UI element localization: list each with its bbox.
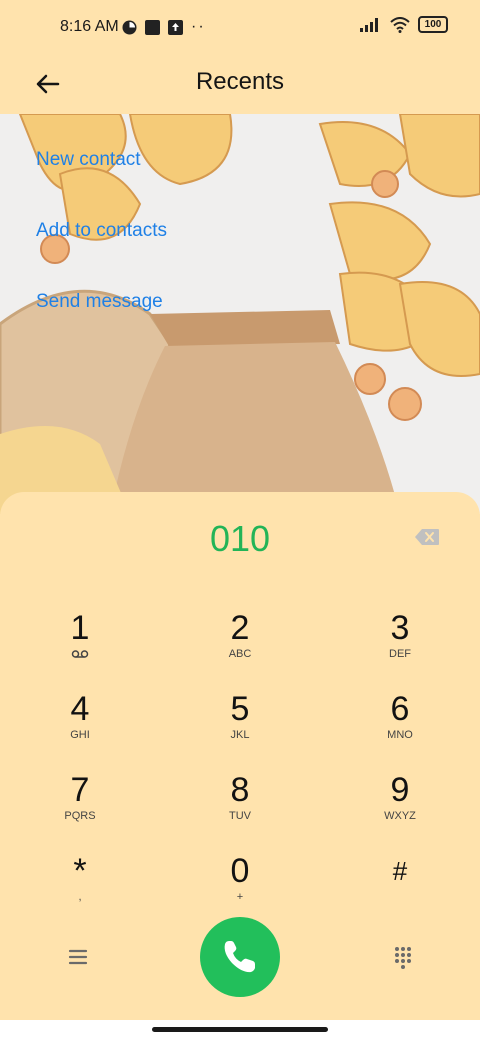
key-9[interactable]: 9 WXYZ [340,772,460,842]
signal-icon [360,17,378,32]
key-4[interactable]: 4 GHI [20,691,140,761]
key-8[interactable]: 8 TUV [180,772,300,842]
key-letters: + [236,891,244,903]
key-letters: PQRS [64,810,96,822]
status-bar: 8:16 AM ·· 100 [0,0,480,54]
key-letters: TUV [229,810,251,822]
key-digit: 2 [230,609,250,647]
app-notification-icon [122,20,137,34]
battery-icon: 100 [418,16,448,33]
key-letters: MNO [387,729,413,741]
key-digit: 5 [230,690,250,728]
key-5[interactable]: 5 JKL [180,691,300,761]
key-hash[interactable]: # [340,853,460,923]
key-letters: GHI [70,729,90,741]
key-digit: * [73,852,87,890]
page-title: Recents [195,68,285,95]
key-0[interactable]: 0 + [180,853,300,923]
wifi-icon [390,16,410,33]
key-digit: 7 [70,771,90,809]
upload-notification-icon [168,19,183,35]
header-bar: Recents [0,54,480,114]
number-actions: New contact Add to contacts Send message [36,146,167,359]
key-digit: 0 [230,852,250,890]
key-letters: WXYZ [384,810,416,822]
key-2[interactable]: 2 ABC [180,610,300,680]
key-letters: DEF [389,648,411,660]
dialed-number[interactable]: 010 [0,518,480,560]
key-digit: 6 [390,690,410,728]
key-digit: 8 [230,771,250,809]
key-letters: JKL [230,729,250,741]
key-3[interactable]: 3 DEF [340,610,460,680]
voicemail-icon [71,650,89,658]
dialer-bottom-bar [0,917,480,997]
key-1[interactable]: 1 [20,610,140,680]
status-time: 8:16 AM [60,18,119,35]
key-star[interactable]: * , [20,853,140,923]
key-letters: ABC [228,648,252,660]
key-digit: # [392,856,408,886]
key-7[interactable]: 7 PQRS [20,772,140,842]
status-system-icons: 100 [360,16,448,33]
key-digit: 3 [390,609,410,647]
gesture-navigation-bar [0,1020,480,1040]
status-notification-icons: ·· [122,18,206,36]
call-button[interactable] [200,917,280,997]
key-digit: 9 [390,771,410,809]
more-notifications-icon: ·· [191,18,206,35]
send-message-link[interactable]: Send message [36,288,167,359]
new-contact-link[interactable]: New contact [36,146,167,217]
menu-icon[interactable] [64,943,92,971]
add-to-contacts-link[interactable]: Add to contacts [36,217,167,288]
dialer-panel: 010 1 2 ABC 3 DEF 4 GHI 5 JKL 6 MNO 7 PQ… [0,492,480,1020]
key-digit: 4 [70,690,90,728]
phone-icon [224,941,255,973]
key-digit: 1 [70,609,90,647]
notification-square-icon [145,19,160,35]
key-6[interactable]: 6 MNO [340,691,460,761]
keypad-icon[interactable] [389,943,417,971]
backspace-icon[interactable] [414,528,440,546]
home-handle[interactable] [152,1027,328,1032]
key-letters: , [78,891,82,903]
